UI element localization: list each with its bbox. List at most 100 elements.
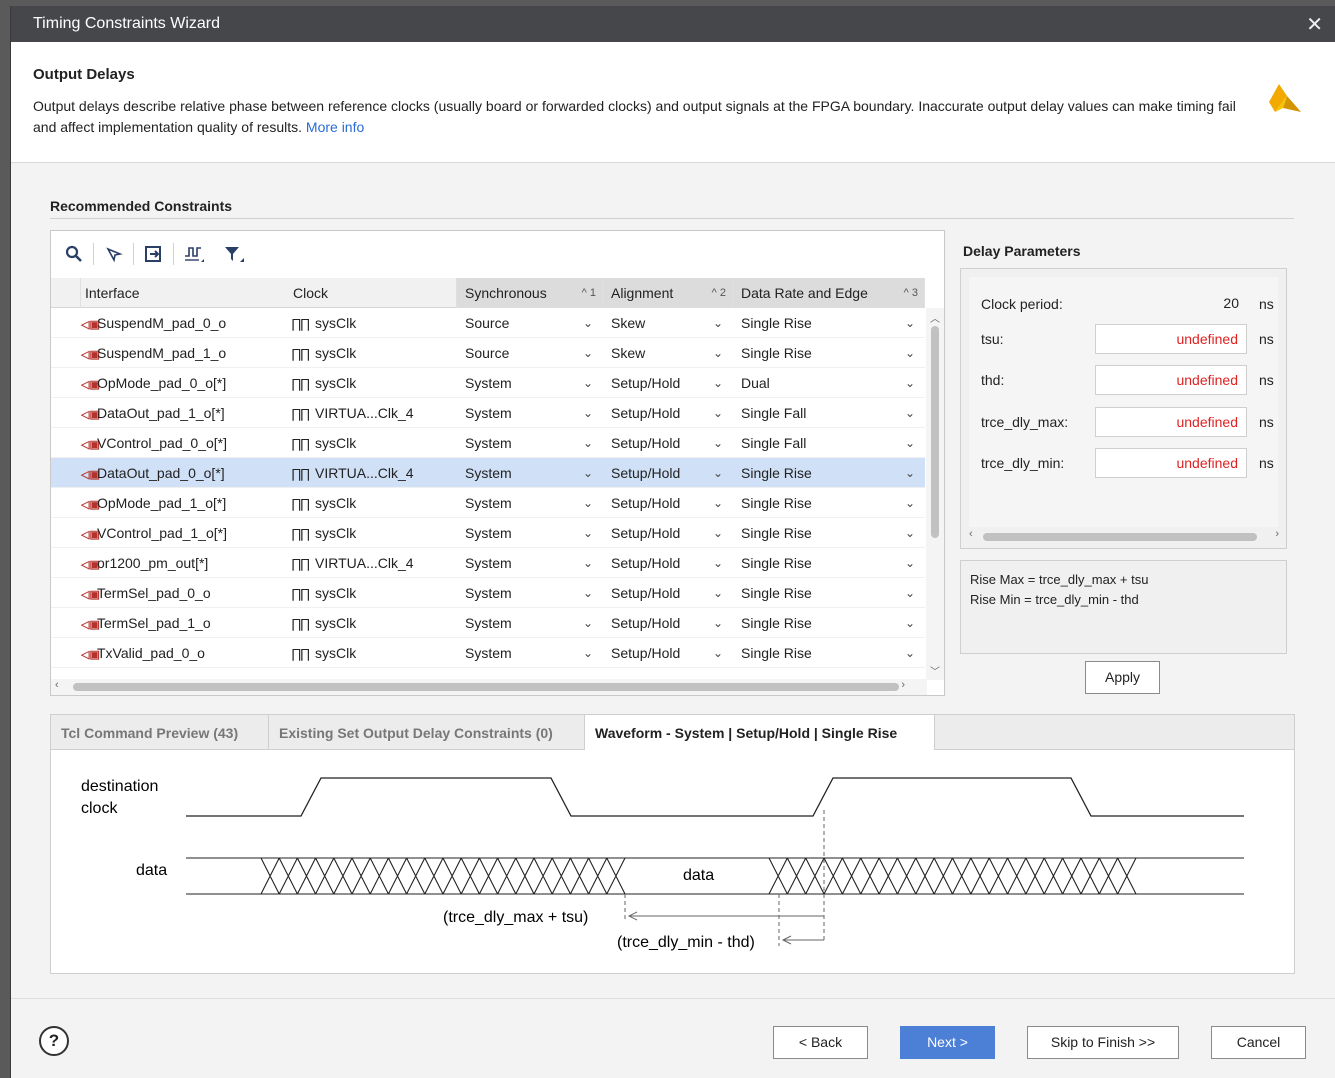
interface-cell[interactable]: ◁▣OpMode_pad_1_o[*] xyxy=(73,488,283,518)
clock-cell[interactable]: ∏∏ sysClk xyxy=(283,518,457,548)
clock-cell[interactable]: ∏∏ sysClk xyxy=(283,338,457,368)
tab-waveform[interactable]: Waveform - System | Setup/Hold | Single … xyxy=(585,715,935,751)
clock-cell[interactable]: ∏∏ sysClk xyxy=(283,428,457,458)
column-header-data-rate[interactable]: Data Rate and Edge ^ 3 xyxy=(733,278,925,308)
clock-cell[interactable]: ∏∏ sysClk xyxy=(283,368,457,398)
table-row[interactable]: ◁▣OpMode_pad_1_o[*] ∏∏ sysClk System ⌄ Setup/… xyxy=(51,488,925,518)
chevron-down-icon[interactable]: ⌄ xyxy=(713,398,723,428)
chevron-down-icon[interactable]: ⌄ xyxy=(713,638,723,668)
interface-cell[interactable]: ◁▣DataOut_pad_1_o[*] xyxy=(73,398,283,428)
thd-input[interactable]: undefined xyxy=(1095,365,1247,395)
data-rate-select[interactable]: Single Fall ⌄ xyxy=(733,398,925,428)
chevron-down-icon[interactable]: ⌄ xyxy=(713,308,723,338)
chevron-down-icon[interactable]: ⌄ xyxy=(583,368,593,398)
alignment-select[interactable]: Setup/Hold ⌄ xyxy=(603,608,733,638)
chevron-down-icon[interactable]: ⌄ xyxy=(713,608,723,638)
synchronous-select[interactable]: System ⌄ xyxy=(457,608,603,638)
skip-to-finish-button[interactable]: Skip to Finish >> xyxy=(1027,1026,1179,1059)
chevron-down-icon[interactable]: ⌄ xyxy=(905,368,915,398)
alignment-select[interactable]: Skew ⌄ xyxy=(603,308,733,338)
chevron-down-icon[interactable]: ⌄ xyxy=(713,368,723,398)
column-header-synchronous[interactable]: Synchronous ^ 1 xyxy=(457,278,603,308)
interface-cell[interactable]: ◁▣TermSel_pad_1_o xyxy=(73,608,283,638)
interface-cell[interactable]: ◁▣or1200_pm_out[*] xyxy=(73,548,283,578)
synchronous-select[interactable]: System ⌄ xyxy=(457,488,603,518)
synchronous-select[interactable]: Source ⌄ xyxy=(457,308,603,338)
synchronous-select[interactable]: System ⌄ xyxy=(457,368,603,398)
table-row[interactable]: ◁▣TermSel_pad_0_o ∏∏ sysClk System ⌄ Setup/Ho… xyxy=(51,578,925,608)
alignment-select[interactable]: Setup/Hold ⌄ xyxy=(603,428,733,458)
table-row[interactable]: ◁▣SuspendM_pad_0_o ∏∏ sysClk Source ⌄ Skew ⌄ Si… xyxy=(51,308,925,338)
table-row[interactable]: ◁▣TxValid_pad_0_o ∏∏ sysClk System ⌄ Setup/Ho… xyxy=(51,638,925,668)
chevron-down-icon[interactable]: ⌄ xyxy=(905,458,915,488)
alignment-select[interactable]: Setup/Hold ⌄ xyxy=(603,458,733,488)
column-header-alignment[interactable]: Alignment ^ 2 xyxy=(603,278,733,308)
params-horizontal-scrollbar[interactable]: ‹ › xyxy=(967,528,1281,544)
chevron-down-icon[interactable]: ⌄ xyxy=(583,638,593,668)
data-rate-select[interactable]: Single Rise ⌄ xyxy=(733,518,925,548)
chevron-down-icon[interactable]: ⌄ xyxy=(583,518,593,548)
chevron-down-icon[interactable]: ⌄ xyxy=(713,548,723,578)
filter-icon[interactable] xyxy=(221,241,247,267)
chevron-down-icon[interactable]: ⌄ xyxy=(713,338,723,368)
data-rate-select[interactable]: Single Fall ⌄ xyxy=(733,428,925,458)
synchronous-select[interactable]: System ⌄ xyxy=(457,638,603,668)
scroll-right-icon[interactable]: › xyxy=(1275,528,1279,540)
chevron-down-icon[interactable]: ⌄ xyxy=(583,548,593,578)
scroll-right-icon[interactable]: › xyxy=(901,679,905,691)
table-row[interactable]: ◁▣DataOut_pad_0_o[*] ∏∏ VIRTUA...Clk_4 Syst… xyxy=(51,458,925,488)
data-rate-select[interactable]: Single Rise ⌄ xyxy=(733,578,925,608)
trce-dly-max-input[interactable]: undefined xyxy=(1095,407,1247,437)
synchronous-select[interactable]: System ⌄ xyxy=(457,458,603,488)
scrollbar-thumb[interactable] xyxy=(931,326,939,538)
clock-cell[interactable]: ∏∏ sysClk xyxy=(283,578,457,608)
data-rate-select[interactable]: Single Rise ⌄ xyxy=(733,548,925,578)
table-row[interactable]: ◁▣DataOut_pad_1_o[*] ∏∏ VIRTUA...Clk_4 Syst… xyxy=(51,398,925,428)
chevron-down-icon[interactable]: ⌄ xyxy=(713,488,723,518)
alignment-select[interactable]: Setup/Hold ⌄ xyxy=(603,488,733,518)
help-button[interactable]: ? xyxy=(39,1026,69,1056)
chevron-down-icon[interactable]: ⌄ xyxy=(905,578,915,608)
clock-cell[interactable]: ∏∏ VIRTUA...Clk_4 xyxy=(283,458,457,488)
waveform-icon[interactable] xyxy=(181,241,207,267)
clock-cell[interactable]: ∏∏ sysClk xyxy=(283,638,457,668)
chevron-down-icon[interactable]: ⌄ xyxy=(583,578,593,608)
apply-button[interactable]: Apply xyxy=(1085,661,1160,694)
chevron-down-icon[interactable]: ⌄ xyxy=(905,308,915,338)
trce-dly-min-input[interactable]: undefined xyxy=(1095,448,1247,478)
data-rate-select[interactable]: Single Rise ⌄ xyxy=(733,458,925,488)
interface-cell[interactable]: ◁▣OpMode_pad_0_o[*] xyxy=(73,368,283,398)
table-row[interactable]: ◁▣or1200_pm_out[*] ∏∏ VIRTUA...Clk_4 System… xyxy=(51,548,925,578)
chevron-down-icon[interactable]: ⌄ xyxy=(713,518,723,548)
synchronous-select[interactable]: System ⌄ xyxy=(457,578,603,608)
clock-cell[interactable]: ∏∏ sysClk xyxy=(283,308,457,338)
scrollbar-thumb[interactable] xyxy=(73,683,899,691)
chevron-down-icon[interactable]: ⌄ xyxy=(905,608,915,638)
data-rate-select[interactable]: Single Rise ⌄ xyxy=(733,608,925,638)
tsu-input[interactable]: undefined xyxy=(1095,324,1247,354)
chevron-down-icon[interactable]: ⌄ xyxy=(905,518,915,548)
chevron-down-icon[interactable]: ⌄ xyxy=(713,428,723,458)
back-button[interactable]: < Back xyxy=(773,1026,868,1059)
scrollbar-thumb[interactable] xyxy=(983,533,1257,541)
chevron-down-icon[interactable]: ⌄ xyxy=(905,338,915,368)
chevron-down-icon[interactable]: ⌄ xyxy=(583,458,593,488)
select-icon[interactable] xyxy=(101,241,127,267)
cancel-button[interactable]: Cancel xyxy=(1211,1026,1306,1059)
interface-cell[interactable]: ◁▣TermSel_pad_0_o xyxy=(73,578,283,608)
table-horizontal-scrollbar[interactable]: ‹ › xyxy=(51,679,927,695)
chevron-down-icon[interactable]: ⌄ xyxy=(905,638,915,668)
chevron-down-icon[interactable]: ⌄ xyxy=(713,458,723,488)
column-header-clock[interactable]: Clock xyxy=(283,278,457,308)
table-row[interactable]: ◁▣OpMode_pad_0_o[*] ∏∏ sysClk System ⌄ Setup/… xyxy=(51,368,925,398)
chevron-down-icon[interactable]: ⌄ xyxy=(583,608,593,638)
clock-cell[interactable]: ∏∏ sysClk xyxy=(283,488,457,518)
synchronous-select[interactable]: System ⌄ xyxy=(457,428,603,458)
alignment-select[interactable]: Skew ⌄ xyxy=(603,338,733,368)
table-row[interactable]: ◁▣SuspendM_pad_1_o ∏∏ sysClk Source ⌄ Skew ⌄ Si… xyxy=(51,338,925,368)
table-vertical-scrollbar[interactable]: ︿ ﹀ xyxy=(926,308,944,680)
interface-cell[interactable]: ◁▣VControl_pad_0_o[*] xyxy=(73,428,283,458)
chevron-down-icon[interactable]: ⌄ xyxy=(583,308,593,338)
tab-existing-constraints[interactable]: Existing Set Output Delay Constraints (0… xyxy=(269,715,585,751)
clock-cell[interactable]: ∏∏ VIRTUA...Clk_4 xyxy=(283,548,457,578)
